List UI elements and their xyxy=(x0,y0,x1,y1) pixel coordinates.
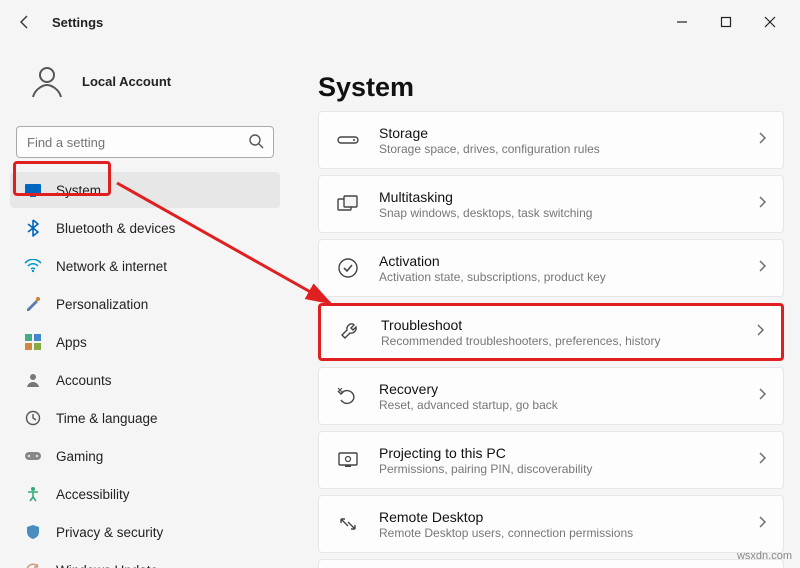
search-input[interactable] xyxy=(16,126,274,158)
card-title: Projecting to this PC xyxy=(379,445,757,461)
gaming-icon xyxy=(24,447,42,465)
watermark: wsxdn.com xyxy=(737,550,792,562)
account-name: Local Account xyxy=(82,74,171,89)
sidebar-item-accounts[interactable]: Accounts xyxy=(10,362,280,398)
page-title: System xyxy=(318,72,784,103)
accounts-icon xyxy=(24,371,42,389)
card-subtitle: Reset, advanced startup, go back xyxy=(379,398,757,412)
sidebar-item-bluetooth[interactable]: Bluetooth & devices xyxy=(10,210,280,246)
sidebar-item-gaming[interactable]: Gaming xyxy=(10,438,280,474)
storage-icon xyxy=(335,127,361,153)
avatar-icon xyxy=(26,60,68,102)
settings-card-multitasking[interactable]: MultitaskingSnap windows, desktops, task… xyxy=(318,175,784,233)
settings-card-storage[interactable]: StorageStorage space, drives, configurat… xyxy=(318,111,784,169)
card-subtitle: Activation state, subscriptions, product… xyxy=(379,270,757,284)
search-icon xyxy=(248,133,264,154)
chevron-right-icon xyxy=(755,323,765,342)
sidebar-item-windows-update[interactable]: Windows Update xyxy=(10,552,280,568)
settings-card-recovery[interactable]: RecoveryReset, advanced startup, go back xyxy=(318,367,784,425)
shield-icon xyxy=(24,523,42,541)
settings-card-remote-desktop[interactable]: Remote DesktopRemote Desktop users, conn… xyxy=(318,495,784,553)
settings-card-projecting[interactable]: Projecting to this PCPermissions, pairin… xyxy=(318,431,784,489)
search-box[interactable] xyxy=(16,126,274,158)
apps-icon xyxy=(24,333,42,351)
chevron-right-icon xyxy=(757,131,767,150)
chevron-right-icon xyxy=(757,195,767,214)
close-button[interactable] xyxy=(748,5,792,39)
sidebar-item-accessibility[interactable]: Accessibility xyxy=(10,476,280,512)
card-title: Troubleshoot xyxy=(381,317,755,333)
sidebar-item-system[interactable]: System xyxy=(10,172,280,208)
activation-icon xyxy=(335,255,361,281)
card-subtitle: Remote Desktop users, connection permiss… xyxy=(379,526,757,540)
card-subtitle: Recommended troubleshooters, preferences… xyxy=(381,334,755,348)
sidebar-item-label: Privacy & security xyxy=(56,525,163,540)
update-icon xyxy=(24,561,42,568)
settings-card-activation[interactable]: ActivationActivation state, subscription… xyxy=(318,239,784,297)
sidebar-item-label: Time & language xyxy=(56,411,158,426)
clock-icon xyxy=(24,409,42,427)
sidebar-item-network[interactable]: Network & internet xyxy=(10,248,280,284)
settings-card-troubleshoot[interactable]: TroubleshootRecommended troubleshooters,… xyxy=(318,303,784,361)
sidebar-item-label: Bluetooth & devices xyxy=(56,221,175,236)
sidebar-item-privacy[interactable]: Privacy & security xyxy=(10,514,280,550)
chevron-right-icon xyxy=(757,515,767,534)
accessibility-icon xyxy=(24,485,42,503)
chevron-right-icon xyxy=(757,451,767,470)
maximize-button[interactable] xyxy=(704,5,748,39)
sidebar-item-label: Windows Update xyxy=(56,563,158,568)
sidebar: Local Account System Bluetooth & devices… xyxy=(0,44,290,568)
back-button[interactable] xyxy=(8,5,42,39)
system-icon xyxy=(24,181,42,199)
account-block[interactable]: Local Account xyxy=(10,48,280,122)
troubleshoot-icon xyxy=(337,319,363,345)
sidebar-item-label: System xyxy=(56,183,101,198)
card-title: Recovery xyxy=(379,381,757,397)
main-content: System StorageStorage space, drives, con… xyxy=(290,44,800,568)
personalization-icon xyxy=(24,295,42,313)
card-subtitle: Snap windows, desktops, task switching xyxy=(379,206,757,220)
card-title: Storage xyxy=(379,125,757,141)
sidebar-item-time-language[interactable]: Time & language xyxy=(10,400,280,436)
wifi-icon xyxy=(24,257,42,275)
sidebar-item-label: Personalization xyxy=(56,297,148,312)
sidebar-item-label: Accounts xyxy=(56,373,112,388)
sidebar-item-personalization[interactable]: Personalization xyxy=(10,286,280,322)
settings-card-clipboard[interactable]: Clipboard xyxy=(318,559,784,568)
card-title: Activation xyxy=(379,253,757,269)
bluetooth-icon xyxy=(24,219,42,237)
card-title: Remote Desktop xyxy=(379,509,757,525)
multitasking-icon xyxy=(335,191,361,217)
title-bar: Settings xyxy=(0,0,800,44)
sidebar-item-apps[interactable]: Apps xyxy=(10,324,280,360)
sidebar-item-label: Gaming xyxy=(56,449,103,464)
window-title: Settings xyxy=(52,15,103,30)
card-title: Multitasking xyxy=(379,189,757,205)
remote-desktop-icon xyxy=(335,511,361,537)
sidebar-item-label: Accessibility xyxy=(56,487,130,502)
recovery-icon xyxy=(335,383,361,409)
chevron-right-icon xyxy=(757,387,767,406)
card-subtitle: Permissions, pairing PIN, discoverabilit… xyxy=(379,462,757,476)
nav-list: System Bluetooth & devices Network & int… xyxy=(10,172,280,568)
minimize-button[interactable] xyxy=(660,5,704,39)
sidebar-item-label: Network & internet xyxy=(56,259,167,274)
chevron-right-icon xyxy=(757,259,767,278)
card-subtitle: Storage space, drives, configuration rul… xyxy=(379,142,757,156)
projecting-icon xyxy=(335,447,361,473)
sidebar-item-label: Apps xyxy=(56,335,87,350)
